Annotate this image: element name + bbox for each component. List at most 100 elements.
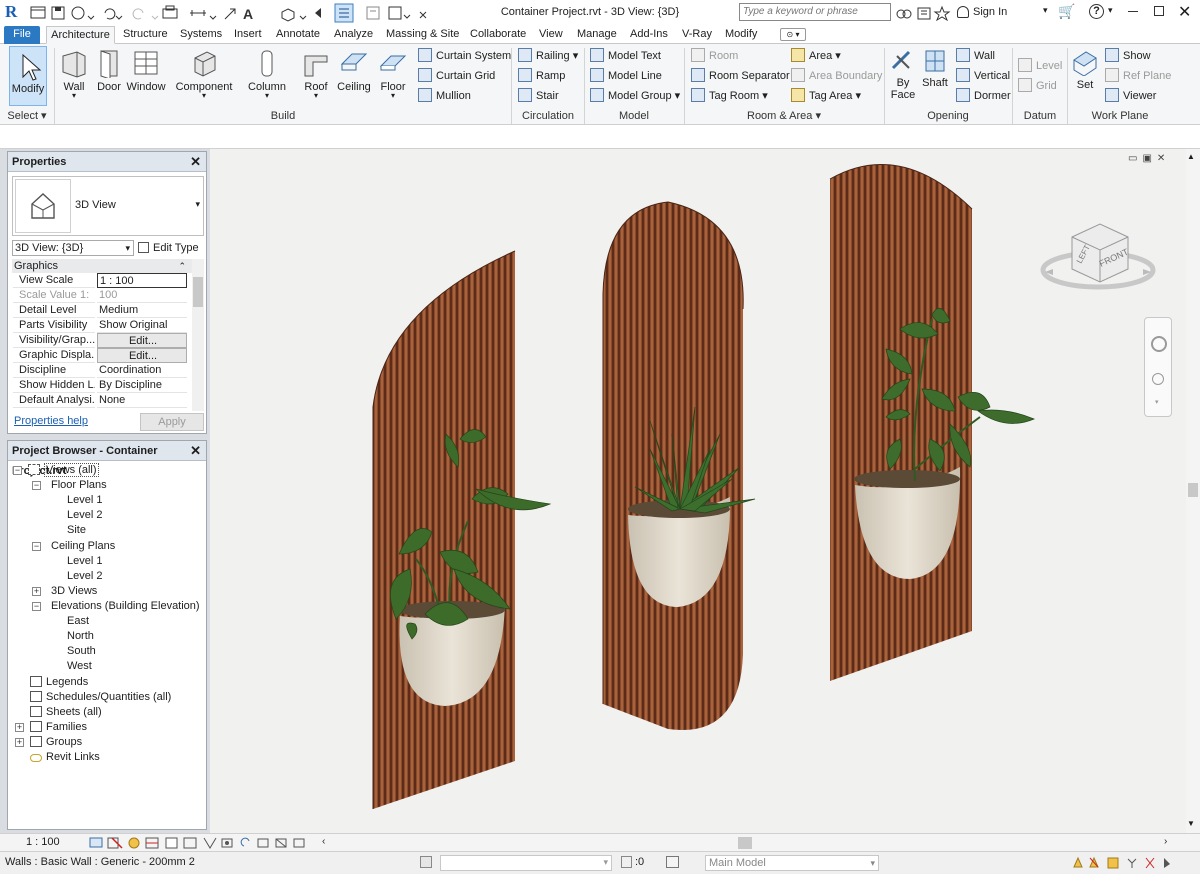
wood-panel-left[interactable] — [372, 250, 516, 809]
tab-file[interactable]: File — [4, 26, 40, 44]
ceiling-button[interactable]: Ceiling — [335, 48, 373, 93]
stair-button[interactable]: Stair — [518, 87, 559, 105]
collapse-icon[interactable]: − — [32, 602, 41, 611]
sign-in-dropdown-icon[interactable]: ▾ — [1043, 5, 1048, 16]
tab-insert[interactable]: Insert — [230, 26, 266, 44]
steering-wheel-icon[interactable] — [1151, 336, 1167, 352]
tab-add-ins[interactable]: Add-Ins — [626, 26, 672, 44]
expand-icon[interactable]: + — [15, 723, 24, 732]
quick-access-toolbar[interactable]: A — [30, 4, 330, 22]
curtain-grid-button[interactable]: Curtain Grid — [418, 67, 495, 85]
room-button[interactable]: Room — [691, 47, 738, 65]
expand-icon[interactable]: + — [32, 587, 41, 596]
door-button[interactable]: Door — [94, 48, 124, 93]
roof-button[interactable]: Roof ▾ — [300, 48, 332, 100]
tree-item-revit-links[interactable]: Revit Links — [30, 750, 100, 765]
tab-massing-site[interactable]: Massing & Site — [382, 26, 463, 44]
prop-row[interactable]: Visibility/Grap... Edit... — [13, 333, 189, 348]
instance-selector[interactable]: 3D View: {3D} ▾ — [12, 240, 134, 256]
3d-view-canvas[interactable]: ▭▣✕ LEFT FRONT ▾ — [210, 149, 1186, 833]
type-dropdown-icon[interactable]: ▾ — [195, 199, 200, 210]
tag-area-button[interactable]: Tag Area ▾ — [791, 87, 861, 105]
collapse-icon[interactable]: − — [13, 466, 22, 475]
model-line-button[interactable]: Model Line — [590, 67, 662, 85]
graphic-display-edit-button[interactable]: Edit... — [97, 348, 187, 363]
tree-item-schedules[interactable]: Schedules/Quantities (all) — [30, 690, 171, 705]
tab-annotate[interactable]: Annotate — [272, 26, 324, 44]
tree-item-west[interactable]: West — [67, 659, 92, 674]
tree-item-ceiling-plans[interactable]: Ceiling Plans — [51, 539, 115, 554]
apply-button[interactable]: Apply — [140, 413, 204, 431]
shaft-button[interactable]: Shaft — [920, 48, 950, 89]
model-text-button[interactable]: Model Text — [590, 47, 661, 65]
tab-analyze[interactable]: Analyze — [330, 26, 377, 44]
tree-item-ceiling-level-2[interactable]: Level 2 — [67, 569, 102, 584]
nav-dropdown-icon[interactable]: ▾ — [1155, 398, 1159, 406]
expand-icon[interactable]: + — [15, 738, 24, 747]
component-button[interactable]: Component ▾ — [174, 48, 234, 100]
collapse-icon[interactable]: − — [32, 481, 41, 490]
tree-item-legends[interactable]: Legends — [30, 675, 88, 690]
search-input[interactable]: Type a keyword or phrase — [739, 3, 891, 21]
tab-v-ray[interactable]: V-Ray — [678, 26, 716, 44]
close-project-browser-button[interactable]: ✕ — [190, 441, 201, 461]
ramp-button[interactable]: Ramp — [518, 67, 565, 85]
ref-plane-button[interactable]: Ref Plane — [1105, 67, 1171, 85]
mullion-button[interactable]: Mullion — [418, 87, 471, 105]
vertical-scrollbar[interactable]: ▲ ▼ — [1186, 149, 1200, 833]
info-center-icons[interactable] — [896, 5, 952, 21]
tree-item-elevations[interactable]: Elevations (Building Elevation) — [51, 599, 200, 614]
scroll-left-icon[interactable]: ‹ — [322, 836, 325, 847]
prop-row[interactable]: Graphic Displa... Edit... — [13, 348, 189, 363]
tree-item-ceiling-level-1[interactable]: Level 1 — [67, 554, 102, 569]
workset-dropdown[interactable]: ▾ — [440, 855, 612, 871]
sign-in-link[interactable]: Sign In — [973, 6, 1007, 18]
prop-row[interactable]: Discipline Coordination — [13, 363, 189, 378]
tab-systems[interactable]: Systems — [176, 26, 226, 44]
horizontal-scrollbar[interactable] — [335, 837, 1160, 849]
column-button[interactable]: Column ▾ — [246, 48, 288, 100]
scroll-right-icon[interactable]: › — [1164, 836, 1167, 847]
tab-architecture[interactable]: Architecture — [46, 26, 115, 44]
revit-logo[interactable]: R — [5, 3, 23, 21]
properties-help-link[interactable]: Properties help — [14, 415, 88, 427]
vertical-opening-button[interactable]: Vertical — [956, 67, 1010, 85]
prop-row[interactable]: Show Hidden L... By Discipline — [13, 378, 189, 393]
model-group-button[interactable]: Model Group ▾ — [590, 87, 680, 105]
level-button[interactable]: Level — [1018, 57, 1062, 75]
tree-item-site[interactable]: Site — [67, 523, 86, 538]
prop-row[interactable]: Parts Visibility Show Original — [13, 318, 189, 333]
window-button[interactable]: Window — [126, 48, 166, 93]
prop-row[interactable]: Default Analysi... None — [13, 393, 189, 408]
worksets-icon[interactable] — [420, 856, 432, 868]
tree-item-groups[interactable]: Groups — [30, 735, 82, 750]
panel-room-area[interactable]: Room & Area ▾ — [686, 108, 882, 124]
panel-select[interactable]: Select ▾ — [2, 108, 52, 124]
tree-item-level-1[interactable]: Level 1 — [67, 493, 102, 508]
visibility-edit-button[interactable]: Edit... — [97, 333, 187, 348]
properties-scrollbar[interactable] — [192, 259, 204, 411]
zoom-icon[interactable] — [1152, 373, 1164, 385]
tree-item-views[interactable]: Views (all) — [28, 463, 99, 478]
tab-structure[interactable]: Structure — [119, 26, 172, 44]
collapse-icon[interactable]: − — [32, 542, 41, 551]
filter-icon[interactable] — [621, 856, 632, 868]
model-dropdown[interactable]: Main Model ▾ — [705, 855, 879, 871]
panel-toggle-button[interactable]: ⊙ ▾ — [780, 28, 806, 41]
floor-button[interactable]: Floor ▾ — [377, 48, 409, 100]
modify-button[interactable]: Modify — [9, 46, 47, 106]
grid-button[interactable]: Grid — [1018, 77, 1057, 95]
tree-item-north[interactable]: North — [67, 629, 94, 644]
help-dropdown-icon[interactable]: ▾ — [1108, 5, 1113, 16]
by-face-button[interactable]: By Face — [888, 48, 918, 101]
viewer-button[interactable]: Viewer — [1105, 87, 1156, 105]
cart-icon[interactable]: 🛒 — [1058, 3, 1075, 20]
tree-item-east[interactable]: East — [67, 614, 89, 629]
wood-panel-middle[interactable] — [602, 201, 744, 731]
view-tools[interactable] — [334, 3, 434, 23]
wall-opening-button[interactable]: Wall — [956, 47, 995, 65]
help-icon[interactable]: ? — [1089, 4, 1104, 19]
dormer-button[interactable]: Dormer — [956, 87, 1011, 105]
maximize-button[interactable] — [1154, 6, 1164, 16]
tree-item-south[interactable]: South — [67, 644, 96, 659]
